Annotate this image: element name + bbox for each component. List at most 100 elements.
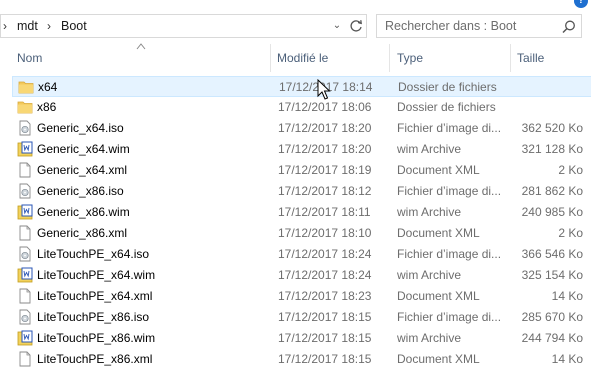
file-name: LiteTouchPE_x86.wim — [37, 331, 156, 345]
wim-archive-icon — [17, 141, 33, 157]
disc-image-icon — [17, 183, 33, 199]
wim-archive-icon — [17, 330, 33, 346]
file-modified: 17/12/2017 18:15 — [278, 310, 372, 324]
file-row[interactable]: x86 17/12/2017 18:06 Dossier de fichiers — [0, 97, 591, 118]
breadcrumb-item-boot[interactable]: Boot — [61, 19, 87, 33]
column-header-size[interactable]: Taille — [517, 51, 544, 65]
file-type: Document XML — [397, 289, 480, 303]
file-type: Dossier de fichiers — [398, 80, 497, 94]
folder-icon — [18, 79, 34, 95]
file-modified: 17/12/2017 18:20 — [278, 121, 372, 135]
refresh-icon[interactable] — [347, 17, 365, 35]
file-modified: 17/12/2017 18:06 — [278, 100, 372, 114]
search-icon[interactable] — [561, 19, 577, 35]
document-icon — [17, 288, 33, 304]
disc-image-icon — [17, 120, 33, 136]
file-type: Document XML — [397, 352, 480, 366]
column-headers: Nom Modifié le Type Taille — [0, 43, 591, 72]
wim-archive-icon — [17, 267, 33, 283]
file-name: Generic_x86.iso — [37, 184, 124, 198]
file-name: LiteTouchPE_x86.xml — [37, 352, 153, 366]
file-type: Document XML — [397, 163, 480, 177]
file-modified: 17/12/2017 18:12 — [278, 184, 372, 198]
file-row[interactable]: Generic_x86.xml 17/12/2017 18:10 Document … — [0, 223, 591, 244]
document-icon — [17, 351, 33, 367]
column-divider[interactable] — [510, 44, 511, 72]
file-name: Generic_x64.xml — [37, 163, 128, 177]
mouse-cursor-icon — [317, 79, 331, 100]
file-size: 321 128 Ko — [521, 142, 583, 156]
file-name: LiteTouchPE_x64.xml — [37, 289, 153, 303]
address-bar[interactable]: › mdt › Boot ⌄ — [0, 14, 367, 38]
file-name: LiteTouchPE_x64.iso — [37, 247, 150, 261]
file-type: wim Archive — [397, 142, 462, 156]
column-header-type[interactable]: Type — [397, 51, 423, 65]
file-size: 366 546 Ko — [521, 247, 583, 261]
file-modified: 17/12/2017 18:15 — [278, 331, 372, 345]
file-type: Fichier d’image di... — [397, 247, 502, 261]
column-divider[interactable] — [389, 44, 390, 72]
file-row[interactable]: x64 17/12/2017 18:14 Dossier de fichiers — [12, 76, 591, 97]
file-row[interactable]: Generic_x64.iso 17/12/2017 18:20 Fichier d… — [0, 118, 591, 139]
file-name: Generic_x64.iso — [37, 121, 124, 135]
file-row[interactable]: LiteTouchPE_x64.iso 17/12/2017 18:24 Fichi… — [0, 244, 591, 265]
file-size: 2 Ko — [558, 163, 583, 177]
file-row[interactable]: LiteTouchPE_x86.xml 17/12/2017 18:15 Docum… — [0, 349, 591, 370]
search-input[interactable]: Rechercher dans : Boot — [376, 14, 582, 38]
chevron-down-icon[interactable]: ⌄ — [329, 17, 345, 35]
file-type: Fichier d’image di... — [397, 310, 502, 324]
file-type: Dossier de fichiers — [397, 100, 496, 114]
breadcrumb-separator[interactable]: › — [3, 19, 7, 33]
file-type: Fichier d’image di... — [397, 121, 502, 135]
file-name: x86 — [37, 100, 57, 114]
file-type: wim Archive — [397, 331, 462, 345]
search-placeholder: Rechercher dans : Boot — [385, 19, 517, 33]
file-row[interactable]: LiteTouchPE_x64.xml 17/12/2017 18:23 Docum… — [0, 286, 591, 307]
document-icon — [17, 162, 33, 178]
file-modified: 17/12/2017 18:10 — [278, 226, 372, 240]
disc-image-icon — [17, 309, 33, 325]
wim-archive-icon — [17, 204, 33, 220]
file-size: 2 Ko — [558, 226, 583, 240]
file-row[interactable]: LiteTouchPE_x86.iso 17/12/2017 18:15 Fichi… — [0, 307, 591, 328]
file-name: Generic_x86.xml — [37, 226, 128, 240]
file-name: Generic_x86.wim — [37, 205, 130, 219]
file-size: 14 Ko — [551, 352, 583, 366]
breadcrumb-separator[interactable]: › — [47, 19, 51, 33]
file-type: wim Archive — [397, 205, 462, 219]
file-type: wim Archive — [397, 268, 462, 282]
file-size: 325 154 Ko — [521, 268, 583, 282]
file-modified: 17/12/2017 18:23 — [278, 289, 372, 303]
breadcrumb-item-mdt[interactable]: mdt — [17, 19, 38, 33]
column-header-name[interactable]: Nom — [17, 51, 42, 65]
file-row[interactable]: LiteTouchPE_x86.wim 17/12/2017 18:15 wim A… — [0, 328, 591, 349]
file-row[interactable]: Generic_x64.xml 17/12/2017 18:19 Document … — [0, 160, 591, 181]
file-size: 240 985 Ko — [521, 205, 583, 219]
file-type: Fichier d’image di... — [397, 184, 502, 198]
file-list: x64 17/12/2017 18:14 Dossier de fichiers x8… — [0, 76, 591, 370]
file-name: LiteTouchPE_x64.wim — [37, 268, 156, 282]
file-name: LiteTouchPE_x86.iso — [37, 310, 150, 324]
disc-image-icon — [17, 246, 33, 262]
file-row[interactable]: Generic_x86.wim 17/12/2017 18:11 wim Archi… — [0, 202, 591, 223]
file-row[interactable]: Generic_x86.iso 17/12/2017 18:12 Fichier d… — [0, 181, 591, 202]
file-modified: 17/12/2017 18:24 — [278, 268, 372, 282]
file-size: 362 520 Ko — [521, 121, 583, 135]
help-icon[interactable]: ? — [574, 0, 588, 8]
file-modified: 17/12/2017 18:19 — [278, 163, 372, 177]
file-modified: 17/12/2017 18:11 — [278, 205, 371, 219]
file-row[interactable]: Generic_x64.wim 17/12/2017 18:20 wim Archi… — [0, 139, 591, 160]
file-size: 285 670 Ko — [521, 310, 583, 324]
column-divider[interactable] — [270, 44, 271, 72]
file-modified: 17/12/2017 18:24 — [278, 247, 372, 261]
file-row[interactable]: LiteTouchPE_x64.wim 17/12/2017 18:24 wim A… — [0, 265, 591, 286]
file-modified: 17/12/2017 18:20 — [278, 142, 372, 156]
sort-ascending-icon — [136, 43, 146, 50]
file-name: x64 — [38, 80, 58, 94]
document-icon — [17, 225, 33, 241]
file-size: 281 862 Ko — [521, 184, 583, 198]
file-modified: 17/12/2017 18:15 — [278, 352, 372, 366]
address-bar-row: › mdt › Boot ⌄ Rechercher dans : Boot ? — [0, 0, 591, 44]
column-header-modified[interactable]: Modifié le — [277, 51, 328, 65]
file-type: Document XML — [397, 226, 480, 240]
